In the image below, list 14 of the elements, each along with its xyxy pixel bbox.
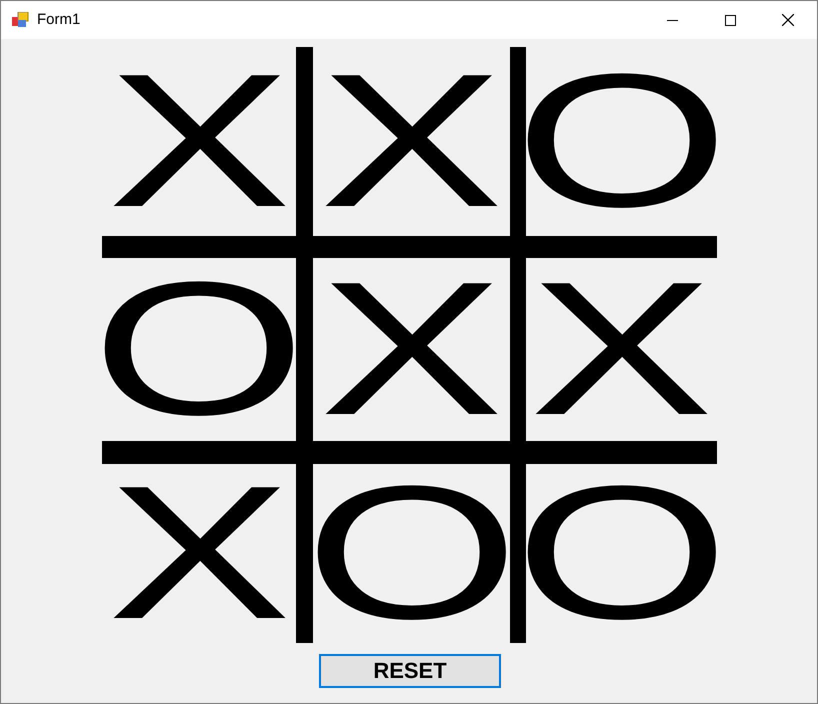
maximize-icon [724, 14, 736, 26]
board-cell[interactable]: O [526, 482, 717, 625]
board-cell[interactable]: X [107, 70, 291, 213]
board-cell[interactable]: O [313, 482, 510, 625]
window-title: Form1 [37, 10, 80, 30]
board-cell[interactable]: O [526, 70, 717, 213]
reset-button[interactable]: RESET [319, 654, 501, 688]
board-cell[interactable]: X [107, 482, 291, 625]
app-icon [12, 12, 29, 28]
board-cell[interactable]: O [102, 278, 296, 421]
close-icon [782, 14, 794, 26]
board-cell[interactable]: X [320, 278, 504, 421]
board-cell[interactable]: X [530, 278, 714, 421]
board-cell[interactable]: X [320, 70, 504, 213]
